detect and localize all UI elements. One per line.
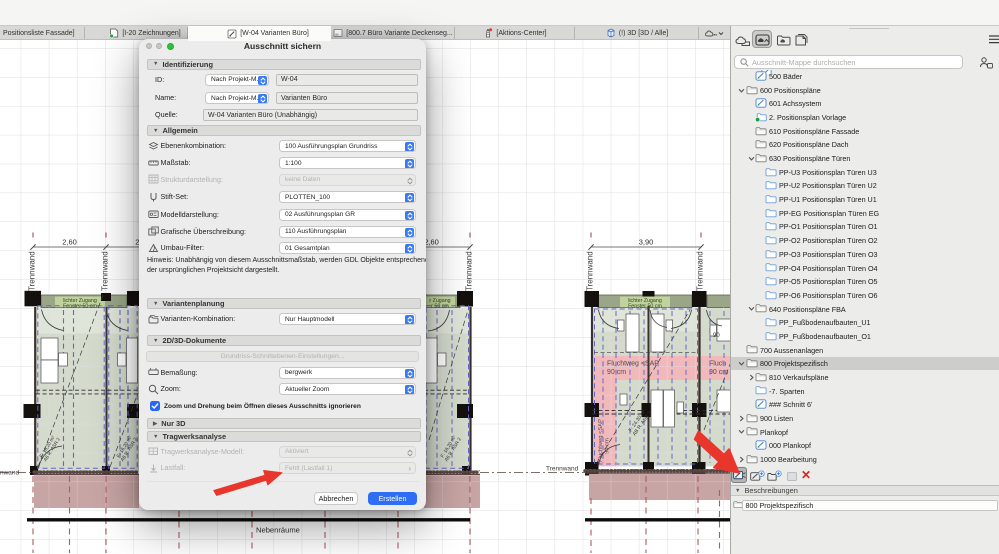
svg-text:Trennwand: Trennwand — [465, 251, 474, 291]
svg-text:Trennwand: Trennwand — [28, 251, 37, 291]
svg-text:90: 90 — [713, 333, 720, 339]
svg-text:r 50 cm: r 50 cm — [431, 304, 449, 310]
svg-text:Nebenräume: Nebenräume — [256, 526, 300, 535]
svg-text:nwand: nwand — [0, 470, 20, 477]
svg-text:Trennwand: Trennwand — [696, 251, 705, 291]
svg-text:Trennwand: Trennwand — [546, 466, 579, 473]
svg-text:Trennwand: Trennwand — [586, 251, 595, 291]
svg-text:2,60: 2,60 — [62, 237, 77, 246]
svg-text:Trennwand: Trennwand — [101, 251, 110, 291]
svg-text:2,60: 2,60 — [424, 237, 439, 246]
svg-text:3,90: 3,90 — [639, 237, 654, 246]
